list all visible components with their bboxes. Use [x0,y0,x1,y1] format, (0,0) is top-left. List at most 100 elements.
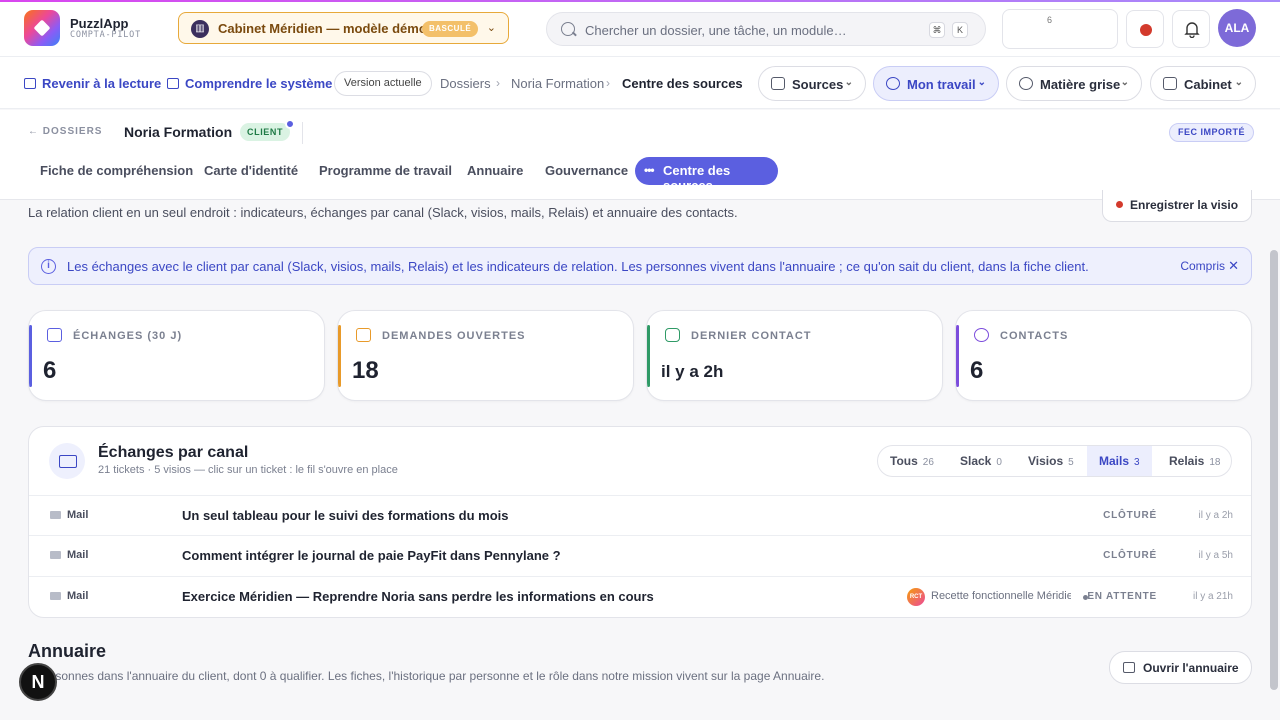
ticket-status: CLÔTURÉ [1103,550,1157,561]
cabinet-menu[interactable]: Cabinet ⌄ [1150,66,1256,101]
info-icon: i [41,259,56,274]
filter-visios[interactable]: Visios 5 [1028,446,1074,476]
ticket-subject: Exercice Méridien — Reprendre Noria sans… [182,589,654,604]
client-badge: CLIENT [240,123,291,141]
back-to-reading-link[interactable]: Revenir à la lecture [24,76,161,91]
search-input[interactable]: Chercher un dossier, une tâche, un modul… [585,23,847,38]
ticket-row[interactable]: Mail Un seul tableau pour le suivi des f… [29,495,1251,535]
filter-count: 26 [922,457,934,468]
annuaire-subtitle: 6 personnes dans l'annuaire du client, d… [28,669,825,683]
cabinet-menu-label: Cabinet [1184,77,1232,92]
ticket-time: il y a 21h [1192,591,1233,602]
grey-matter-menu[interactable]: Matière grise ⌄ [1006,66,1142,101]
header-counter-value: 6 [1047,15,1053,25]
filter-count: 0 [996,457,1002,468]
app-logo[interactable] [24,10,60,46]
open-annuaire-label: Ouvrir l'annuaire [1143,661,1239,675]
search-icon [561,22,575,36]
back-to-dossiers-label: DOSSIERS [42,126,103,137]
chevron-down-icon: ⌄ [977,77,986,88]
notifications-button[interactable] [1172,10,1210,48]
kpi-accent-bar [647,325,650,387]
tab-fiche-comprehension[interactable]: Fiche de compréhension [40,163,193,178]
filter-label: Tous [890,454,918,468]
back-to-reading-label: Revenir à la lecture [42,76,162,91]
divider [302,122,303,144]
target-icon [886,77,900,90]
cabinet-status-badge: BASCULÉ [422,21,479,37]
filter-label: Relais [1169,454,1205,468]
record-visio-button[interactable]: Enregistrer la visio [1102,190,1252,222]
sources-menu-label: Sources [792,77,844,92]
tab-gouvernance[interactable]: Gouvernance [545,163,628,178]
tab-centre-sources-label: Centre des sources [663,163,731,193]
ticket-channel: Mail [67,549,89,561]
tab-centre-sources[interactable]: ••• Centre des sources [635,157,778,193]
breadcrumb-dossiers[interactable]: Dossiers [440,76,491,91]
filter-relais[interactable]: Relais 18 [1169,446,1220,476]
mail-icon [50,551,61,559]
filter-all[interactable]: Tous 26 [890,446,934,476]
info-text: Les échanges avec le client par canal (S… [67,259,1089,274]
ticket-channel: Mail [67,509,89,521]
back-to-dossiers[interactable]: ← DOSSIERS [28,126,102,137]
inbox-icon [356,328,371,342]
building-icon: ▥ [191,20,209,38]
breadcrumb-dossier[interactable]: Noria Formation [511,76,604,91]
tab-programme-travail[interactable]: Programme de travail [319,163,452,178]
sources-menu[interactable]: Sources ⌄ [758,66,866,101]
kbd-k: K [952,22,968,38]
close-icon[interactable]: ✕ [1228,258,1239,274]
open-annuaire-button[interactable]: Ouvrir l'annuaire [1109,651,1252,684]
notification-dot [285,119,295,129]
header-counter-box[interactable]: 6 [1002,9,1118,49]
cabinet-switcher[interactable]: ▥ Cabinet Méridien — modèle démo BASCULÉ… [178,12,509,44]
my-work-menu[interactable]: Mon travail ⌄ [873,66,999,101]
grey-matter-menu-label: Matière grise [1040,77,1121,92]
ticket-row[interactable]: Mail Comment intégrer le journal de paie… [29,535,1251,575]
filter-label: Mails [1099,454,1130,468]
filter-slack[interactable]: Slack 0 [960,446,1002,476]
ticket-channel: Mail [67,590,89,602]
understand-system-link[interactable]: Comprendre le système [167,76,332,91]
page-scrollbar[interactable] [1270,250,1278,690]
filter-count: 18 [1209,457,1221,468]
filter-label: Visios [1028,454,1064,468]
kpi-value: 18 [352,357,379,384]
record-dot-icon [1116,201,1123,208]
kpi-label: DERNIER CONTACT [691,330,812,342]
cabinet-label: Cabinet Méridien — modèle démo [218,21,427,36]
filter-mails[interactable]: Mails 3 [1087,446,1152,476]
channel-filter: Tous 26 Slack 0 Visios 5 Mails 3 Relais 18 [877,445,1232,477]
floating-n-button[interactable]: N [19,663,57,701]
understand-system-label: Comprendre le système [185,76,333,91]
kpi-label: CONTACTS [1000,330,1069,342]
filter-count: 3 [1134,457,1140,468]
tab-annuaire[interactable]: Annuaire [467,163,523,178]
global-search[interactable]: Chercher un dossier, une tâche, un modul… [546,12,986,46]
dismiss-banner-button[interactable]: Compris [1180,259,1225,273]
filter-count: 5 [1068,457,1074,468]
kpi-value: 6 [970,357,984,384]
ticket-subject: Un seul tableau pour le suivi des format… [182,508,509,523]
calendar-clock-icon [665,328,680,342]
tab-carte-identite[interactable]: Carte d'identité [204,163,298,178]
version-chip[interactable]: Version actuelle [334,71,432,96]
context-nav: Revenir à la lecture Comprendre le systè… [0,56,1280,109]
chevron-down-icon: ⌄ [1234,77,1243,88]
more-dots-icon: ••• [644,163,655,177]
kpi-value: il y a 2h [661,362,724,381]
breadcrumb-separator: › [606,76,610,90]
page-intro: La relation client en un seul endroit : … [28,205,738,220]
breadcrumb-separator: › [496,76,500,90]
kpi-card-exchanges: ÉCHANGES (30 J) 6 [28,310,325,401]
ticket-row[interactable]: Mail Exercice Méridien — Reprendre Noria… [29,576,1251,616]
fec-imported-badge: FEC IMPORTÉ [1169,123,1255,142]
bell-icon [1184,22,1200,38]
kbd-cmd: ⌘ [929,22,945,38]
record-button[interactable] [1126,10,1164,48]
user-avatar[interactable]: ALA [1218,9,1256,47]
chevron-down-icon: ⌄ [1120,77,1129,88]
card-title: Échanges par canal [98,444,249,461]
building-icon [1163,77,1177,90]
